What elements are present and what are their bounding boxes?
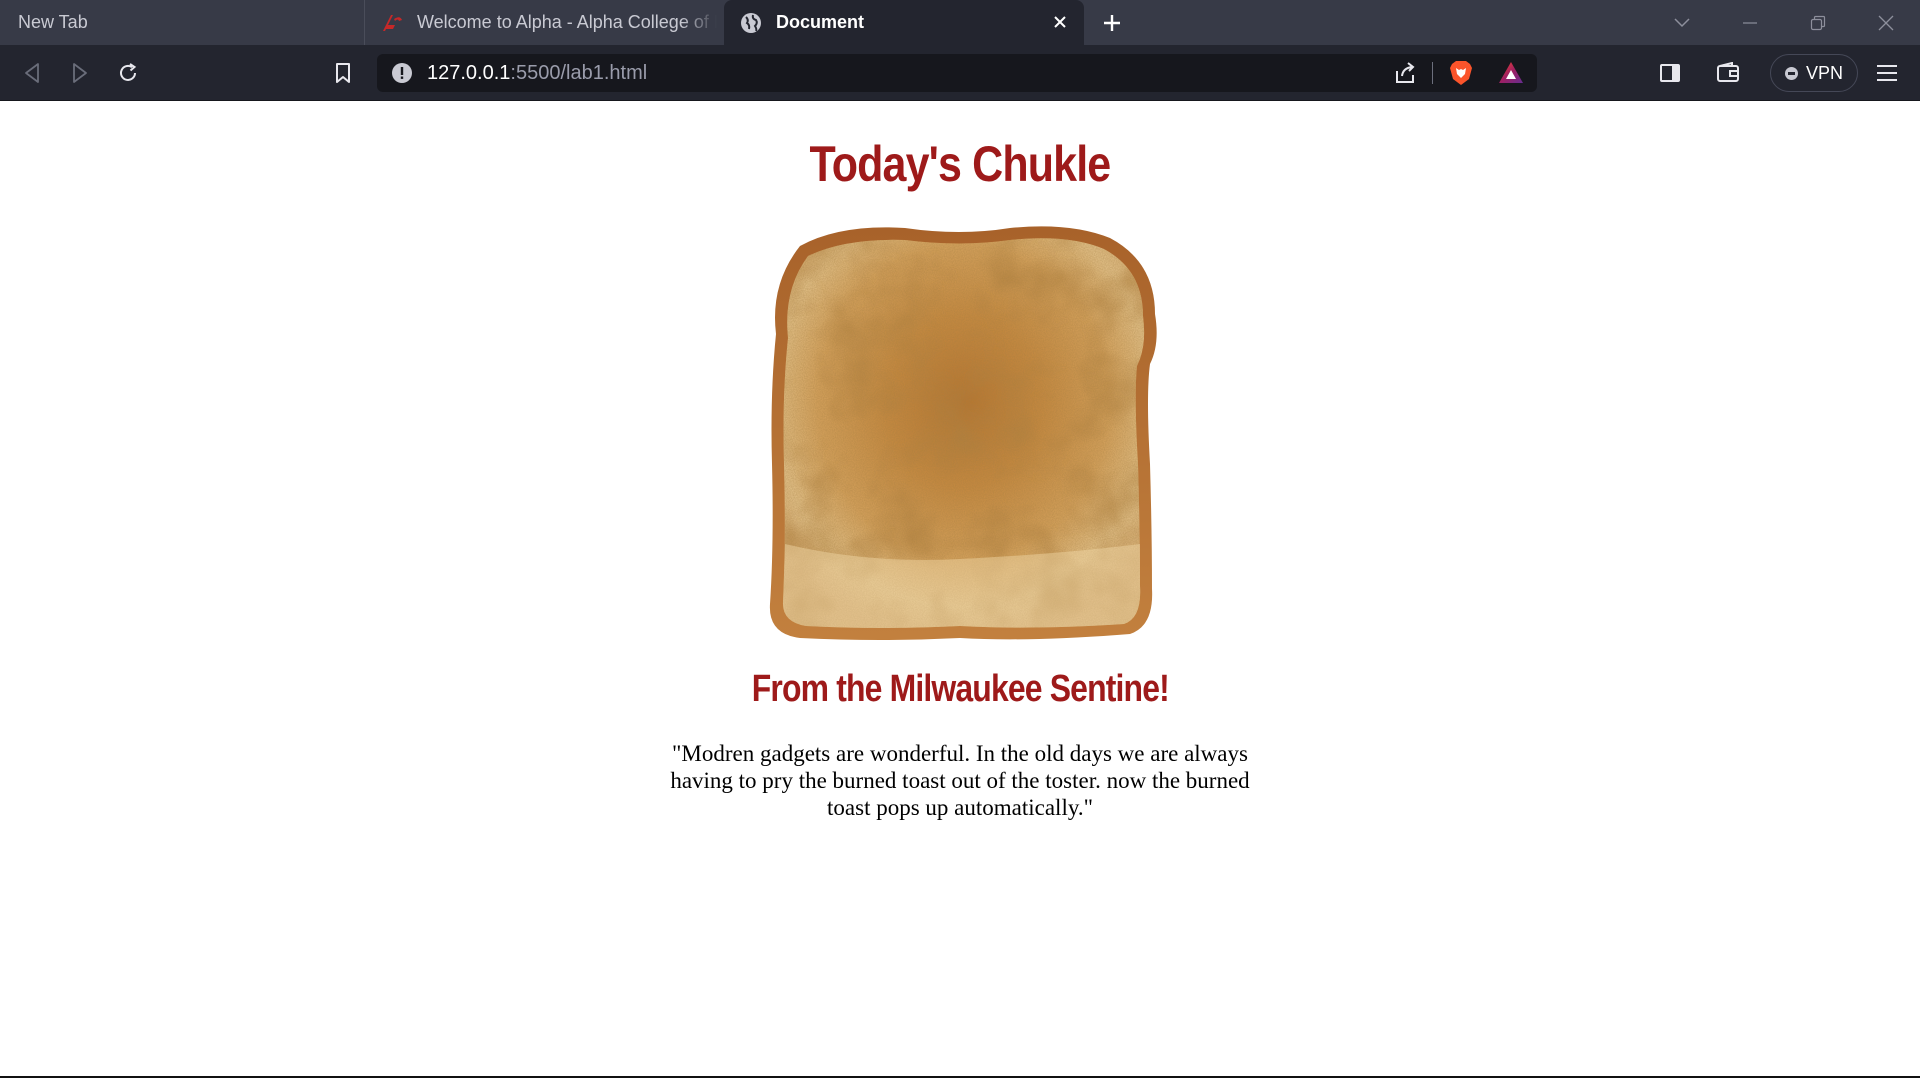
wallet-button[interactable] bbox=[1709, 54, 1747, 92]
sidebar-icon bbox=[1660, 64, 1680, 82]
tab-alpha-college[interactable]: Welcome to Alpha - Alpha College of E bbox=[364, 0, 724, 45]
vpn-status-icon bbox=[1784, 66, 1798, 80]
tab-strip: New Tab Welcome to Alpha - Alpha College… bbox=[0, 0, 1920, 45]
forward-arrow-icon bbox=[73, 63, 87, 83]
new-tab-button[interactable] bbox=[1084, 0, 1140, 45]
page-title: Today's Chukle bbox=[809, 136, 1112, 192]
url-text[interactable]: 127.0.0.1:5500/lab1.html bbox=[427, 62, 647, 85]
tab-new-tab[interactable]: New Tab bbox=[0, 0, 364, 45]
forward-button[interactable] bbox=[61, 54, 99, 92]
close-window-button[interactable] bbox=[1852, 0, 1920, 45]
main-menu-button[interactable] bbox=[1868, 54, 1906, 92]
vpn-button[interactable]: VPN bbox=[1770, 54, 1858, 92]
restore-button[interactable] bbox=[1784, 0, 1852, 45]
back-button[interactable] bbox=[13, 54, 51, 92]
tab-label: Welcome to Alpha - Alpha College of E bbox=[417, 12, 717, 32]
minimize-icon bbox=[1743, 21, 1757, 24]
page-content: Today's Chukle From the Milwaukee Sentin… bbox=[0, 102, 1920, 821]
burnt-toast-image bbox=[730, 214, 1190, 644]
tab-label: New Tab bbox=[18, 12, 88, 32]
wallet-icon bbox=[1717, 62, 1739, 82]
back-arrow-icon bbox=[25, 63, 39, 83]
tab-document[interactable]: Document bbox=[724, 0, 1084, 45]
page-subtitle: From the Milwaukee Sentine! bbox=[751, 668, 1169, 710]
reload-icon bbox=[120, 63, 137, 81]
window-controls bbox=[1648, 0, 1920, 45]
bookmark-icon bbox=[336, 63, 350, 83]
reload-button[interactable] bbox=[109, 54, 147, 92]
bookmark-button[interactable] bbox=[324, 54, 362, 92]
bottom-border bbox=[0, 1076, 1920, 1078]
alpha-college-logo-icon bbox=[379, 10, 405, 36]
share-icon[interactable] bbox=[1391, 59, 1419, 87]
close-tab-icon[interactable] bbox=[1046, 8, 1074, 36]
tab-search-button[interactable] bbox=[1648, 0, 1716, 45]
site-info-icon[interactable] bbox=[391, 62, 413, 84]
browser-toolbar: 127.0.0.1:5500/lab1.html VPN bbox=[0, 45, 1920, 101]
restore-icon bbox=[1810, 15, 1826, 30]
web-page-viewport: Today's Chukle From the Milwaukee Sentin… bbox=[0, 102, 1920, 1078]
divider bbox=[1432, 62, 1433, 84]
joke-quote: "Modren gadgets are wonderful. In the ol… bbox=[670, 741, 1250, 820]
chevron-down-icon bbox=[1674, 17, 1690, 27]
address-bar[interactable]: 127.0.0.1:5500/lab1.html bbox=[377, 54, 1537, 92]
minimize-button[interactable] bbox=[1716, 0, 1784, 45]
tab-label: Document bbox=[776, 12, 865, 32]
url-host: 127.0.0.1 bbox=[427, 61, 511, 84]
plus-icon bbox=[1104, 14, 1120, 31]
globe-icon bbox=[738, 10, 764, 36]
brave-rewards-icon[interactable] bbox=[1497, 59, 1525, 87]
hamburger-menu-icon bbox=[1877, 65, 1897, 81]
url-path: :5500/lab1.html bbox=[510, 61, 648, 84]
sidebar-toggle-button[interactable] bbox=[1651, 54, 1689, 92]
vpn-label: VPN bbox=[1805, 62, 1843, 83]
brave-shields-icon[interactable] bbox=[1447, 59, 1475, 87]
close-icon bbox=[1878, 15, 1894, 30]
